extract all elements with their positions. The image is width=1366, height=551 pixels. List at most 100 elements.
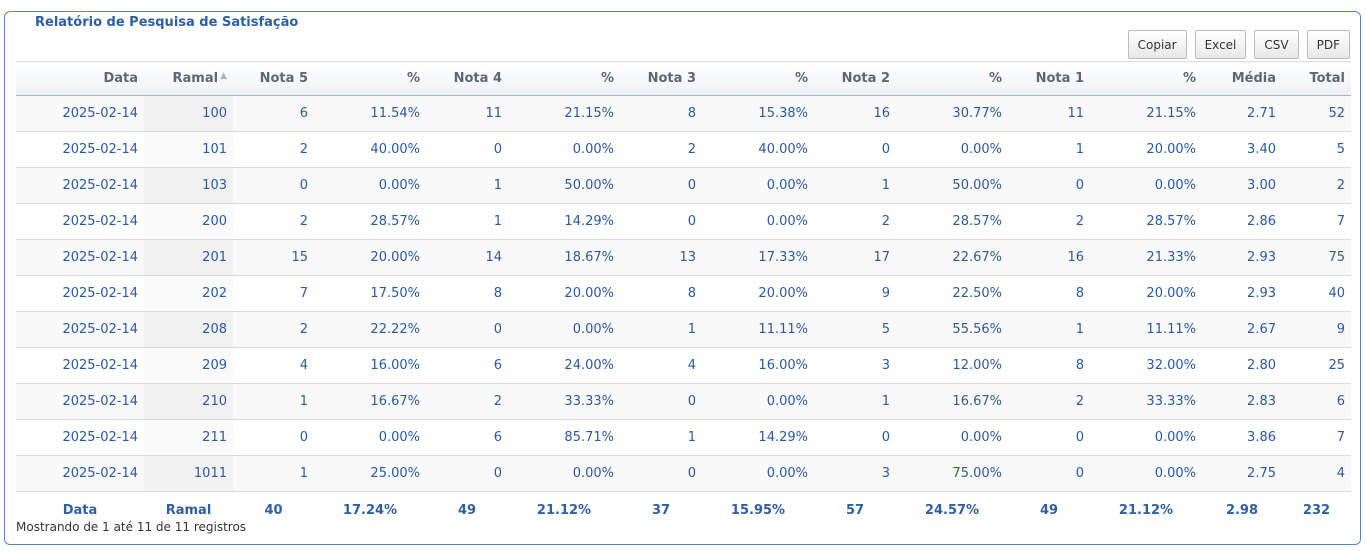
- col-header-pct3[interactable]: %: [702, 61, 814, 96]
- table-cell: 22.22%: [314, 311, 426, 348]
- table-cell: 0: [426, 311, 508, 348]
- table-cell: 7: [233, 275, 314, 312]
- table-row: 2025-02-14 209 4 16.00% 6 24.00% 4 16.00% 3 12.00…: [16, 347, 1351, 384]
- table-cell: 0: [233, 419, 314, 456]
- table-cell: 17.33%: [702, 239, 814, 276]
- table-cell: 4: [620, 347, 702, 384]
- table-cell: 75: [1282, 239, 1351, 276]
- col-header-media[interactable]: Média: [1202, 61, 1282, 96]
- table-cell: 211: [144, 419, 233, 456]
- table-cell: 0.00%: [702, 383, 814, 420]
- col-header-pct1[interactable]: %: [1090, 61, 1202, 96]
- table-cell: 0: [1008, 167, 1090, 204]
- table-cell: 2: [233, 131, 314, 168]
- copy-button[interactable]: Copiar: [1127, 30, 1187, 59]
- table-cell: 3.86: [1202, 419, 1282, 456]
- table-cell: 1: [233, 383, 314, 420]
- table-cell: 3.40: [1202, 131, 1282, 168]
- table-cell: 11: [426, 95, 508, 132]
- table-cell: 20.00%: [702, 275, 814, 312]
- table-cell: 16.67%: [314, 383, 426, 420]
- table-cell: 1: [814, 383, 896, 420]
- table-cell: 0: [620, 455, 702, 492]
- table-cell: 209: [144, 347, 233, 384]
- table-cell: 2.93: [1202, 239, 1282, 276]
- table-cell: 2025-02-14: [16, 347, 144, 384]
- table-cell: 16: [1008, 239, 1090, 276]
- table-cell: 5: [1282, 131, 1351, 168]
- table-cell: 11.11%: [702, 311, 814, 348]
- table-cell: 20.00%: [1090, 131, 1202, 168]
- table-cell: 16.67%: [896, 383, 1008, 420]
- table-cell: 11.54%: [314, 95, 426, 132]
- col-header-pct2[interactable]: %: [896, 61, 1008, 96]
- table-cell: 101: [144, 131, 233, 168]
- footer-cell: 21.12%: [1090, 491, 1202, 528]
- table-cell: 13: [620, 239, 702, 276]
- table-row: 2025-02-14 211 0 0.00% 6 85.71% 1 14.29% 0 0.00% 0…: [16, 419, 1351, 456]
- col-header-pct4[interactable]: %: [508, 61, 620, 96]
- table-cell: 15: [233, 239, 314, 276]
- table-cell: 0: [814, 419, 896, 456]
- table-cell: 2.67: [1202, 311, 1282, 348]
- table-cell: 1: [620, 311, 702, 348]
- table-cell: 0: [620, 383, 702, 420]
- table-cell: 32.00%: [1090, 347, 1202, 384]
- table-row: 2025-02-14 210 1 16.67% 2 33.33% 0 0.00% 1 16.67%…: [16, 383, 1351, 420]
- table-cell: 0: [426, 455, 508, 492]
- table-cell: 3.00: [1202, 167, 1282, 204]
- table-cell: 1: [426, 203, 508, 240]
- table-cell: 30.77%: [896, 95, 1008, 132]
- table-cell: 2.75: [1202, 455, 1282, 492]
- footer-cell: 21.12%: [508, 491, 620, 528]
- table-cell: 2: [814, 203, 896, 240]
- footer-cell: 49: [1008, 491, 1090, 528]
- pdf-button[interactable]: PDF: [1306, 30, 1350, 59]
- col-header-nota3[interactable]: Nota 3: [620, 61, 702, 96]
- table-cell: 0.00%: [1090, 167, 1202, 204]
- col-header-pct5[interactable]: %: [314, 61, 426, 96]
- table-cell: 0.00%: [702, 203, 814, 240]
- table-cell: 22.67%: [896, 239, 1008, 276]
- table-cell: 1011: [144, 455, 233, 492]
- footer-cell: 49: [426, 491, 508, 528]
- table-cell: 1: [620, 419, 702, 456]
- footer-cell: 24.57%: [896, 491, 1008, 528]
- csv-button[interactable]: CSV: [1254, 30, 1299, 59]
- table-cell: 208: [144, 311, 233, 348]
- col-header-total[interactable]: Total: [1282, 61, 1351, 96]
- table-cell: 100: [144, 95, 233, 132]
- footer-cell: 232: [1282, 491, 1351, 528]
- col-header-data[interactable]: Data: [16, 61, 144, 96]
- footer-cell: 37: [620, 491, 702, 528]
- table-cell: 2025-02-14: [16, 275, 144, 312]
- table-cell: 2025-02-14: [16, 455, 144, 492]
- table-cell: 210: [144, 383, 233, 420]
- col-header-nota2[interactable]: Nota 2: [814, 61, 896, 96]
- table-row: 2025-02-14 202 7 17.50% 8 20.00% 8 20.00% 9 22.50…: [16, 275, 1351, 312]
- col-header-nota4[interactable]: Nota 4: [426, 61, 508, 96]
- table-cell: 9: [1282, 311, 1351, 348]
- table-cell: 25: [1282, 347, 1351, 384]
- table-row: 2025-02-14 208 2 22.22% 0 0.00% 1 11.11% 5 55.56%…: [16, 311, 1351, 348]
- table-cell: 2.71: [1202, 95, 1282, 132]
- col-header-ramal[interactable]: Ramal ▲: [144, 61, 233, 96]
- col-header-nota1[interactable]: Nota 1: [1008, 61, 1090, 96]
- table-row: 2025-02-14 200 2 28.57% 1 14.29% 0 0.00% 2 28.57%…: [16, 203, 1351, 240]
- col-header-nota5[interactable]: Nota 5: [233, 61, 314, 96]
- table-cell: 2: [1008, 383, 1090, 420]
- table-cell: 1: [1008, 311, 1090, 348]
- table-cell: 52: [1282, 95, 1351, 132]
- table-cell: 9: [814, 275, 896, 312]
- table-cell: 2.86: [1202, 203, 1282, 240]
- table-cell: 2.80: [1202, 347, 1282, 384]
- table-cell: 2: [1008, 203, 1090, 240]
- table-cell: 8: [1008, 275, 1090, 312]
- excel-button[interactable]: Excel: [1194, 30, 1247, 59]
- table-cell: 201: [144, 239, 233, 276]
- table-row: 2025-02-14 101 2 40.00% 0 0.00% 2 40.00% 0 0.00% 1…: [16, 131, 1351, 168]
- table-cell: 14.29%: [508, 203, 620, 240]
- table-cell: 14: [426, 239, 508, 276]
- table-cell: 2.93: [1202, 275, 1282, 312]
- report-title: Relatório de Pesquisa de Satisfação: [29, 15, 305, 31]
